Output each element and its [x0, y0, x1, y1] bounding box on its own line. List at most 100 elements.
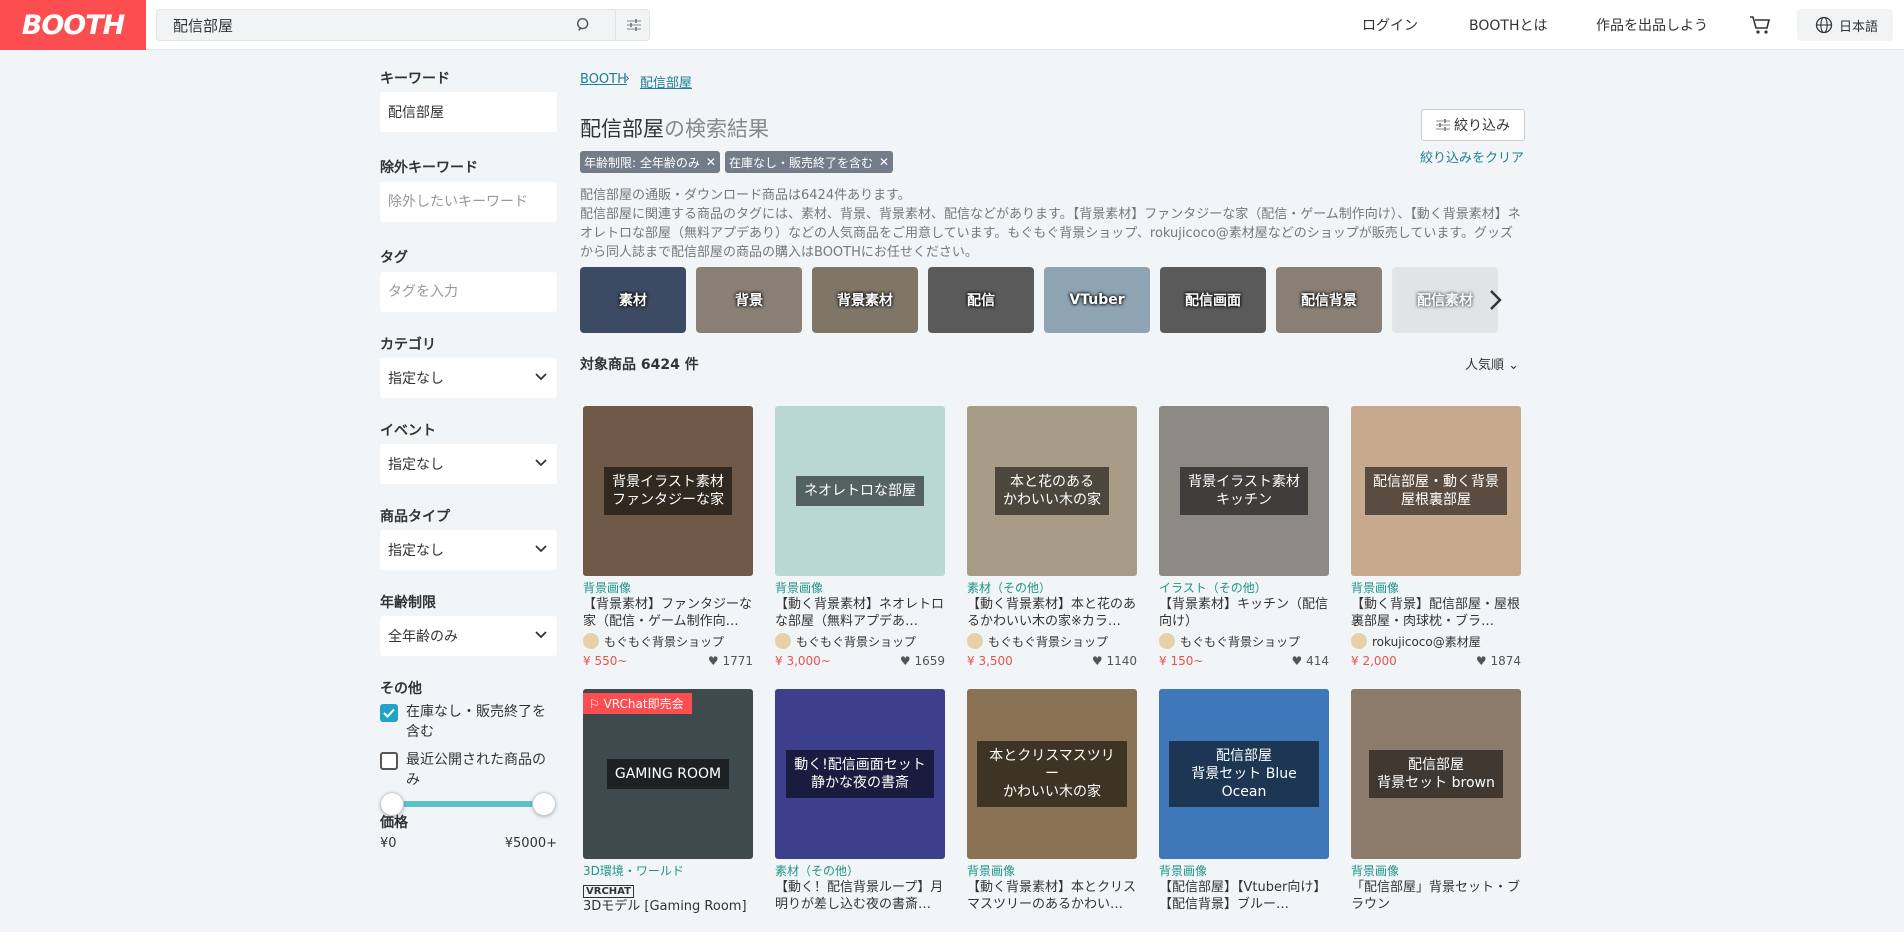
- tag-link[interactable]: 配信: [928, 267, 1034, 333]
- item-card[interactable]: ネオレトロな部屋背景画像 【動く背景素材】ネオレトロな部屋（無料アプデあ… もぐもぐ…: [775, 406, 945, 668]
- nav-sell[interactable]: 作品を出品しよう: [1596, 15, 1708, 35]
- item-category[interactable]: 背景画像: [775, 580, 945, 596]
- checkbox-unchecked-icon[interactable]: [380, 752, 398, 770]
- search-description: 配信部屋の通販・ダウンロード商品は6424件あります。 配信部屋に関連する商品の…: [580, 188, 1521, 260]
- item-category[interactable]: 素材（その他）: [775, 863, 945, 879]
- item-likes[interactable]: ♥ 414: [1292, 654, 1329, 668]
- booth-logo[interactable]: BOOTH: [0, 0, 146, 50]
- close-icon[interactable]: ✕: [879, 155, 889, 169]
- item-name[interactable]: 【動く背景】配信部屋・屋根裏部屋・肉球枕・ブラ…: [1351, 596, 1521, 630]
- item-thumbnail[interactable]: 配信部屋 背景セット Blue Ocean: [1159, 689, 1329, 859]
- item-thumbnail[interactable]: GAMING ROOM ⚐ VRChat即売会: [583, 689, 753, 859]
- search-input[interactable]: [157, 10, 597, 40]
- item-likes[interactable]: ♥ 1140: [1092, 654, 1137, 668]
- item-shop[interactable]: もぐもぐ背景ショップ: [775, 632, 945, 650]
- breadcrumb-booth[interactable]: BOOTH: [580, 72, 627, 87]
- item-name[interactable]: 3Dモデル [Gaming Room]: [583, 898, 753, 932]
- exclude-input[interactable]: [380, 182, 557, 222]
- tag-link[interactable]: 配信画面: [1160, 267, 1266, 333]
- item-category[interactable]: 背景画像: [1351, 863, 1521, 879]
- price-max-handle[interactable]: [532, 792, 556, 816]
- item-card[interactable]: 配信部屋 背景セット brown 背景画像 「配信部屋」背景セット・ブラウン: [1351, 689, 1521, 913]
- item-shop[interactable]: もぐもぐ背景ショップ: [967, 632, 1137, 650]
- cart-icon[interactable]: [1748, 13, 1772, 37]
- item-thumbnail[interactable]: 背景イラスト素材 ファンタジーな家: [583, 406, 753, 576]
- sort-label: 人気順: [1465, 358, 1505, 373]
- item-thumbnail[interactable]: 本とクリスマスツリー かわいい木の家: [967, 689, 1137, 859]
- item-card[interactable]: 本と花のある かわいい木の家素材（その他） 【動く背景素材】本と花のあるかわいい木…: [967, 406, 1137, 668]
- item-thumbnail[interactable]: 動く!配信画面セット 静かな夜の書斎: [775, 689, 945, 859]
- keyword-input[interactable]: [380, 92, 557, 132]
- chevron-right-icon[interactable]: [1480, 285, 1510, 315]
- shop-avatar: [775, 633, 791, 649]
- item-shop[interactable]: rokujicoco@素材屋: [1351, 632, 1521, 650]
- item-card[interactable]: 動く!配信画面セット 静かな夜の書斎 素材（その他） 【動く！配信背景ループ】月明り…: [775, 689, 945, 913]
- item-category[interactable]: 背景画像: [1159, 863, 1329, 879]
- sort-dropdown[interactable]: 人気順 ⌄: [1465, 354, 1519, 373]
- chip-label: 在庫なし・販売終了を含む: [729, 155, 874, 170]
- search-box: [156, 9, 650, 41]
- item-card[interactable]: GAMING ROOM ⚐ VRChat即売会 3D環境・ワールド VRCHAT 3Dモ…: [583, 689, 753, 932]
- item-category[interactable]: 背景画像: [583, 580, 753, 596]
- category-value: 指定なし: [388, 371, 444, 387]
- language-button[interactable]: 日本語: [1797, 9, 1893, 41]
- item-card[interactable]: 本とクリスマスツリー かわいい木の家 背景画像 【動く背景素材】本とクリスマスツリー…: [967, 689, 1137, 913]
- likes-count: 1874: [1490, 654, 1521, 668]
- item-thumbnail[interactable]: 配信部屋 背景セット brown: [1351, 689, 1521, 859]
- language-label: 日本語: [1839, 19, 1879, 35]
- clear-filters-link[interactable]: 絞り込みをクリア: [1420, 147, 1524, 166]
- item-name[interactable]: 【背景素材】ファンタジーな家（配信・ゲーム制作向…: [583, 596, 753, 630]
- tag-link[interactable]: 背景: [696, 267, 802, 333]
- item-likes[interactable]: ♥ 1874: [1476, 654, 1521, 668]
- item-thumbnail[interactable]: ネオレトロな部屋: [775, 406, 945, 576]
- nav-login[interactable]: ログイン: [1362, 15, 1418, 35]
- recent-only-checkbox[interactable]: 最近公開された商品のみ: [380, 750, 557, 790]
- checkbox-checked-icon[interactable]: [380, 704, 398, 722]
- search-icon[interactable]: [575, 16, 593, 34]
- item-shop[interactable]: もぐもぐ背景ショップ: [1159, 632, 1329, 650]
- filter-chip[interactable]: 年齢制限: 全年齢のみ ✕: [580, 151, 720, 173]
- search-filter-button[interactable]: [615, 10, 651, 40]
- age-select[interactable]: 全年齢のみ: [380, 616, 557, 656]
- item-thumbnail[interactable]: 背景イラスト素材 キッチン: [1159, 406, 1329, 576]
- close-icon[interactable]: ✕: [706, 155, 716, 169]
- title-keyword: 配信部屋: [580, 117, 664, 141]
- thumbnail-caption: 配信部屋・動く背景 屋根裏部屋: [1365, 467, 1507, 515]
- breadcrumb-keyword[interactable]: 配信部屋: [640, 72, 692, 91]
- item-thumbnail[interactable]: 本と花のある かわいい木の家: [967, 406, 1137, 576]
- type-select[interactable]: 指定なし: [380, 530, 557, 570]
- filter-chip[interactable]: 在庫なし・販売終了を含む ✕: [725, 151, 894, 173]
- item-card[interactable]: 配信部屋 背景セット Blue Ocean 背景画像 【配信部屋】【Vtuber向け…: [1159, 689, 1329, 913]
- tag-input[interactable]: [380, 272, 557, 312]
- item-name[interactable]: 【背景素材】キッチン（配信向け）: [1159, 596, 1329, 630]
- item-category[interactable]: イラスト（その他）: [1159, 580, 1329, 596]
- item-category[interactable]: 素材（その他）: [967, 580, 1137, 596]
- event-select[interactable]: 指定なし: [380, 444, 557, 484]
- item-likes[interactable]: ♥ 1659: [900, 654, 945, 668]
- tag-link[interactable]: VTuber: [1044, 267, 1150, 333]
- narrow-button[interactable]: 絞り込み: [1421, 109, 1525, 141]
- include-soldout-checkbox[interactable]: 在庫なし・販売終了を含む: [380, 702, 557, 742]
- item-thumbnail[interactable]: 配信部屋・動く背景 屋根裏部屋: [1351, 406, 1521, 576]
- price-slider-track[interactable]: [380, 792, 556, 816]
- recent-only-label: 最近公開された商品のみ: [406, 752, 546, 788]
- thumbnail-caption: 背景イラスト素材 ファンタジーな家: [604, 467, 732, 515]
- item-card[interactable]: 背景イラスト素材 キッチンイラスト（その他） 【背景素材】キッチン（配信向け） もぐ…: [1159, 406, 1329, 668]
- keyword-label: キーワード: [380, 71, 450, 87]
- item-likes[interactable]: ♥ 1771: [708, 654, 753, 668]
- item-price: ¥ 2,000: [1351, 654, 1397, 668]
- category-select[interactable]: 指定なし: [380, 358, 557, 398]
- tag-link[interactable]: 配信背景: [1276, 267, 1382, 333]
- vrchat-badge: VRCHAT: [583, 885, 634, 898]
- item-card[interactable]: 配信部屋・動く背景 屋根裏部屋背景画像 【動く背景】配信部屋・屋根裏部屋・肉球枕・…: [1351, 406, 1521, 668]
- item-category[interactable]: 背景画像: [967, 863, 1137, 879]
- tag-link[interactable]: 背景素材: [812, 267, 918, 333]
- item-category[interactable]: 3D環境・ワールド: [583, 863, 753, 879]
- tag-link[interactable]: 素材: [580, 267, 686, 333]
- nav-about[interactable]: BOOTHとは: [1469, 15, 1547, 35]
- item-name[interactable]: 【動く背景素材】本と花のあるかわいい木の家※カラ…: [967, 596, 1137, 630]
- item-card[interactable]: 背景イラスト素材 ファンタジーな家背景画像 【背景素材】ファンタジーな家（配信・ゲ…: [583, 406, 753, 668]
- item-name[interactable]: 【動く背景素材】ネオレトロな部屋（無料アプデあ…: [775, 596, 945, 630]
- item-shop[interactable]: もぐもぐ背景ショップ: [583, 632, 753, 650]
- item-category[interactable]: 背景画像: [1351, 580, 1521, 596]
